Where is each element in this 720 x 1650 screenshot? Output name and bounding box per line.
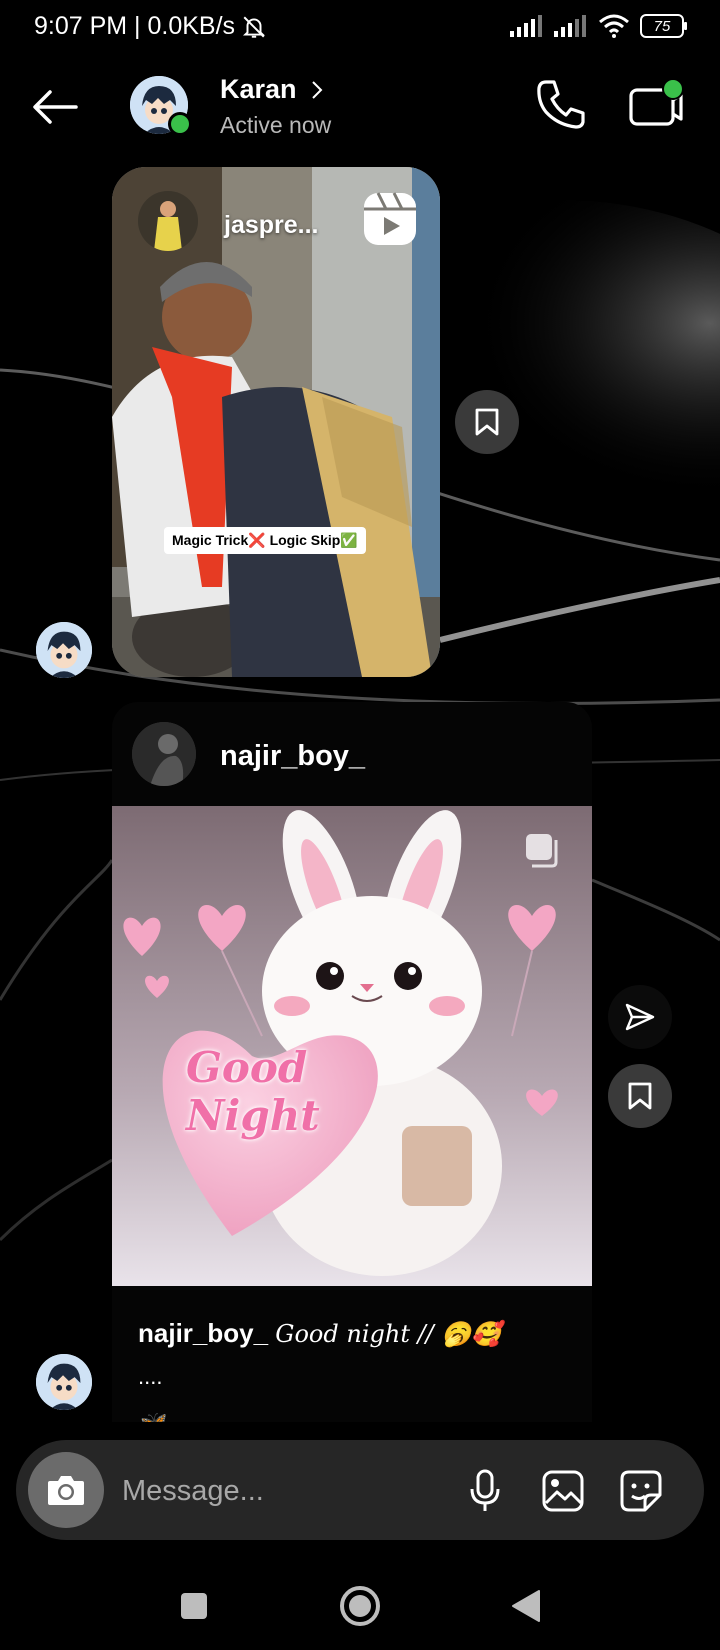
gallery-button[interactable]: [538, 1466, 588, 1516]
carousel-icon: [526, 834, 558, 868]
back-button[interactable]: [28, 82, 82, 132]
good-night-line1: Good: [186, 1043, 308, 1092]
camera-icon: [48, 1476, 84, 1505]
camera-button[interactable]: [28, 1452, 104, 1528]
battery-level: 75: [653, 17, 671, 35]
back-arrow-icon: [33, 90, 78, 124]
status-icons: 75: [510, 14, 687, 38]
reel-caption-overlay: Magic Trick❌ Logic Skip✅: [164, 527, 366, 554]
video-online-indicator: [662, 78, 684, 100]
voice-message-button[interactable]: [460, 1466, 510, 1516]
post-user-avatar-image: [132, 722, 196, 786]
save-reel-button[interactable]: [455, 390, 519, 454]
video-call-button[interactable]: [628, 78, 684, 130]
system-navigation-bar: [0, 1560, 720, 1650]
recents-button[interactable]: [166, 1578, 222, 1634]
home-circle-icon: [340, 1586, 380, 1626]
phone-icon: [537, 80, 585, 129]
home-button[interactable]: [332, 1578, 388, 1634]
contact-avatar[interactable]: [130, 76, 192, 136]
system-back-button[interactable]: [498, 1578, 554, 1634]
post-caption: najir_boy_ Good night // 🥱🥰: [138, 1318, 578, 1349]
sender-avatar[interactable]: [36, 622, 92, 678]
message-composer: [16, 1440, 704, 1540]
caption-emoji: 🦋: [140, 1410, 167, 1422]
contact-status: Active now: [220, 112, 332, 138]
voice-call-button[interactable]: [536, 78, 586, 130]
reel-user-avatar: [138, 191, 198, 251]
battery-indicator: 75: [640, 14, 687, 38]
status-time: 9:07 PM | 0.0KB/s: [34, 12, 236, 40]
back-triangle-icon: [512, 1590, 540, 1622]
caption-username: najir_boy_: [138, 1318, 269, 1348]
share-post-button[interactable]: [608, 985, 672, 1049]
post-username: najir_boy_: [220, 740, 366, 772]
gallery-icon: [542, 1470, 584, 1512]
post-user-avatar: [132, 722, 196, 786]
good-night-line2: Night: [186, 1091, 320, 1140]
contact-name-row[interactable]: Karan: [220, 74, 323, 105]
shared-reel-card[interactable]: jaspre... Magic Trick❌ Logic Skip✅: [112, 167, 440, 677]
sticker-icon: [620, 1470, 662, 1512]
signal-icon-2: [554, 15, 586, 37]
shared-post-card[interactable]: najir_boy_ Good Night najir_boy_ Good ni…: [112, 702, 592, 1422]
message-input[interactable]: [120, 1466, 424, 1516]
bunny-heart-image: [112, 806, 592, 1286]
caption-text: Good night // 🥱🥰: [275, 1320, 502, 1348]
chevron-right-icon: [311, 80, 322, 99]
wifi-icon: [599, 14, 629, 38]
cartoon-boy-avatar-image: [36, 1354, 92, 1410]
microphone-icon: [470, 1469, 500, 1511]
reel-user-avatar-image: [138, 191, 198, 251]
good-night-text: Good Night: [186, 1044, 320, 1140]
sticker-button[interactable]: [616, 1466, 666, 1516]
bell-muted-icon: [243, 16, 266, 38]
post-image[interactable]: Good Night: [112, 806, 592, 1286]
reel-username: jaspre...: [224, 211, 319, 239]
status-time-group: 9:07 PM | 0.0KB/s: [34, 12, 267, 41]
chat-header: Karan Active now: [0, 62, 720, 152]
status-bar: 9:07 PM | 0.0KB/s 75: [0, 0, 720, 54]
caption-more: ....: [138, 1364, 163, 1389]
post-header[interactable]: najir_boy_: [112, 702, 592, 806]
signal-icon: [510, 15, 542, 37]
online-indicator: [168, 112, 192, 136]
sender-avatar-2[interactable]: [36, 1354, 92, 1410]
save-post-button[interactable]: [608, 1064, 672, 1128]
recents-square-icon: [181, 1593, 207, 1619]
bookmark-icon: [475, 408, 499, 436]
send-icon: [625, 1003, 655, 1031]
bookmark-icon: [628, 1082, 652, 1110]
cartoon-boy-avatar-image: [36, 622, 92, 678]
contact-name: Karan: [220, 74, 297, 104]
reels-icon: [364, 192, 416, 245]
